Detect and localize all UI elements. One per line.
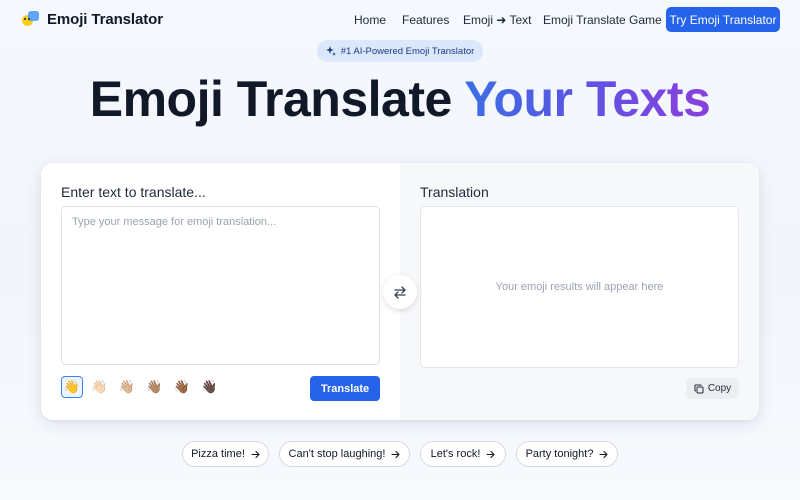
brand-name: Emoji Translator <box>47 10 163 28</box>
arrow-right-icon <box>486 450 495 458</box>
sparkle-icon <box>325 46 336 56</box>
site-header: Emoji Translator Home Features Emoji ➜ T… <box>0 0 800 40</box>
copy-icon <box>694 384 704 393</box>
hero-title-part2: Your Texts <box>464 71 711 127</box>
message-input[interactable]: Type your message for emoji translation.… <box>61 206 380 365</box>
arrow-right-icon <box>251 450 260 458</box>
swap-button[interactable] <box>383 275 417 309</box>
skin-tone-default[interactable]: 👋 <box>61 376 83 398</box>
suggestion-chip[interactable]: Can't stop laughing! <box>279 441 410 467</box>
nav-home[interactable]: Home <box>354 13 386 27</box>
suggestion-label: Let's rock! <box>430 448 481 460</box>
nav-features[interactable]: Features <box>402 13 449 27</box>
try-emoji-translator-button[interactable]: Try Emoji Translator <box>666 7 780 32</box>
arrow-right-icon <box>599 450 608 458</box>
message-input-placeholder: Type your message for emoji translation.… <box>72 216 277 228</box>
skin-tone-selector: 👋 👋🏻 👋🏼 👋🏽 👋🏾 👋🏿 <box>61 376 226 398</box>
input-label: Enter text to translate... <box>61 184 206 200</box>
skin-tone-medium-dark[interactable]: 👋🏾 <box>171 376 193 398</box>
arrow-right-icon <box>391 450 400 458</box>
hero-title-part1: Emoji Translate <box>89 71 465 127</box>
copy-button[interactable]: Copy <box>686 378 739 399</box>
swap-arrows-icon <box>394 286 406 299</box>
emoji-logo-icon <box>22 10 40 28</box>
suggestion-chip[interactable]: Let's rock! <box>420 441 506 467</box>
suggestion-label: Pizza time! <box>191 448 245 460</box>
translation-output: Your emoji results will appear here <box>420 206 739 368</box>
suggestion-chip[interactable]: Party tonight? <box>516 441 618 467</box>
copy-label: Copy <box>707 383 732 394</box>
translate-button[interactable]: Translate <box>310 376 380 401</box>
nav-emoji-translate-game[interactable]: Emoji Translate Game <box>543 13 662 27</box>
skin-tone-medium-light[interactable]: 👋🏼 <box>116 376 138 398</box>
output-placeholder: Your emoji results will appear here <box>495 281 664 293</box>
brand-link[interactable]: Emoji Translator <box>22 10 163 28</box>
suggestion-label: Party tonight? <box>525 448 594 460</box>
skin-tone-light[interactable]: 👋🏻 <box>89 376 111 398</box>
output-label: Translation <box>420 184 489 200</box>
skin-tone-medium[interactable]: 👋🏽 <box>144 376 166 398</box>
nav-emoji-to-text[interactable]: Emoji ➜ Text <box>463 13 532 27</box>
page-title: Emoji Translate Your Texts <box>0 68 800 130</box>
skin-tone-dark[interactable]: 👋🏿 <box>199 376 221 398</box>
badge-label: #1 AI-Powered Emoji Translator <box>340 45 475 57</box>
suggestion-label: Can't stop laughing! <box>288 448 386 460</box>
suggestion-chip[interactable]: Pizza time! <box>182 441 269 467</box>
ai-powered-badge: #1 AI-Powered Emoji Translator <box>317 40 483 62</box>
